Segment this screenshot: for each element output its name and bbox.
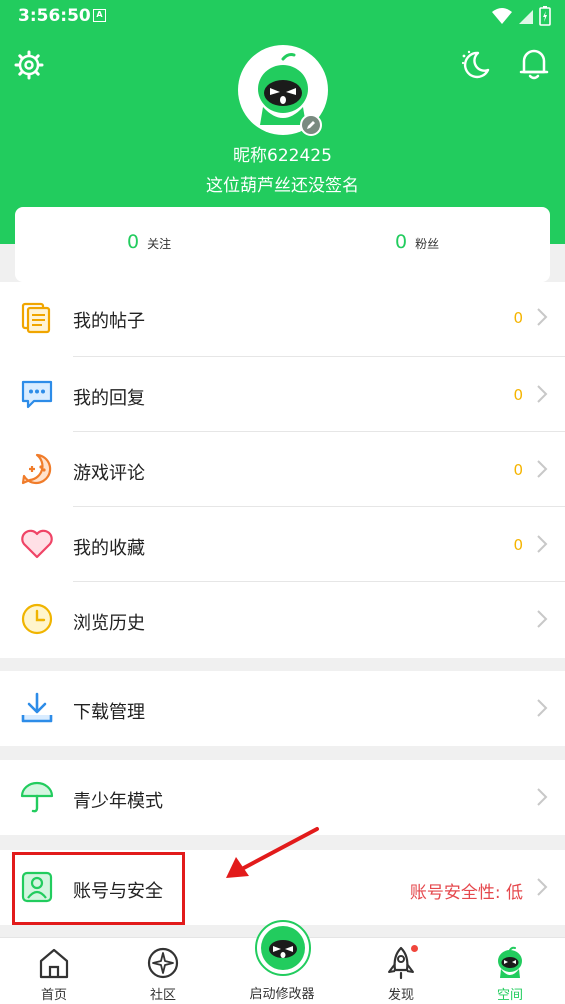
nav-home[interactable]: 首页 xyxy=(4,938,104,1004)
menu-item-favorites[interactable]: 我的收藏 0 xyxy=(0,507,565,582)
activity-group: 我的帖子 0 我的回复 0 游戏评论 0 我的收藏 0 浏览历史 xyxy=(0,282,565,658)
chevron-right-icon xyxy=(537,535,548,553)
chevron-right-icon xyxy=(537,308,548,326)
fans-stat[interactable]: 0 粉丝 xyxy=(395,231,439,253)
chevron-right-icon xyxy=(537,460,548,478)
nav-discover[interactable]: 发现 xyxy=(351,938,451,1004)
gourd-space-icon xyxy=(498,946,522,978)
menu-label: 我的回复 xyxy=(73,388,145,409)
menu-count: 0 xyxy=(513,386,523,404)
menu-count: 0 xyxy=(513,461,523,479)
chevron-right-icon xyxy=(537,610,548,628)
menu-item-downloads[interactable]: 下载管理 xyxy=(0,671,565,746)
chat-bubble-icon xyxy=(21,380,53,409)
follow-stat[interactable]: 0 关注 xyxy=(127,231,171,253)
clock-icon xyxy=(21,603,53,635)
menu-item-my-posts[interactable]: 我的帖子 0 xyxy=(0,282,565,357)
heart-icon xyxy=(21,529,53,559)
nav-label: 首页 xyxy=(40,988,67,1003)
launch-modifier-label: 启动修改器 xyxy=(249,987,315,1002)
gamepad-icon xyxy=(21,453,52,485)
menu-label: 我的帖子 xyxy=(73,311,145,332)
chevron-right-icon xyxy=(537,878,548,896)
download-group: 下载管理 xyxy=(0,671,565,746)
stats-card: 0 关注 0 粉丝 xyxy=(15,207,550,282)
notification-dot xyxy=(411,945,418,952)
follow-label: 关注 xyxy=(147,237,172,251)
menu-item-game-reviews[interactable]: 游戏评论 0 xyxy=(0,432,565,507)
night-mode-icon[interactable] xyxy=(458,48,492,82)
posts-icon xyxy=(21,302,51,334)
gourd-launcher-icon xyxy=(261,926,305,970)
nav-label: 社区 xyxy=(149,988,176,1003)
menu-label: 青少年模式 xyxy=(73,791,163,812)
menu-count: 0 xyxy=(513,309,523,327)
signal-icon xyxy=(519,10,533,24)
nav-label: 发现 xyxy=(387,988,414,1003)
nav-label: 空间 xyxy=(496,988,523,1003)
menu-item-my-replies[interactable]: 我的回复 0 xyxy=(0,357,565,432)
menu-label: 浏览历史 xyxy=(73,613,145,634)
umbrella-icon xyxy=(20,781,54,813)
highlight-box xyxy=(12,852,185,925)
download-icon xyxy=(21,692,53,723)
status-bar: 3:56:50 A xyxy=(0,0,565,32)
chevron-right-icon xyxy=(537,788,548,806)
edit-avatar-button[interactable] xyxy=(300,114,322,136)
battery-icon xyxy=(539,6,551,26)
nav-community[interactable]: 社区 xyxy=(113,938,213,1004)
chevron-right-icon xyxy=(537,699,548,717)
status-icons xyxy=(491,6,551,26)
menu-label: 下载管理 xyxy=(73,702,145,723)
menu-count: 0 xyxy=(513,536,523,554)
menu-label: 游戏评论 xyxy=(73,463,145,484)
nickname[interactable]: 昵称622425 xyxy=(0,141,565,166)
nav-space[interactable]: 空间 xyxy=(460,938,560,1004)
notification-icon: A xyxy=(93,9,106,22)
compass-icon xyxy=(147,947,179,979)
security-level-text: 账号安全性: 低 xyxy=(409,883,523,903)
menu-item-history[interactable]: 浏览历史 xyxy=(0,582,565,657)
wifi-icon xyxy=(492,8,512,24)
menu-label: 我的收藏 xyxy=(73,538,145,559)
fans-count: 0 xyxy=(395,231,408,253)
annotation-arrow-icon xyxy=(226,827,319,878)
chevron-right-icon xyxy=(537,385,548,403)
home-icon xyxy=(39,948,69,979)
launch-modifier-button[interactable] xyxy=(255,920,311,976)
signature[interactable]: 这位葫芦丝还没签名 xyxy=(0,171,565,196)
settings-icon[interactable] xyxy=(14,50,44,80)
fans-label: 粉丝 xyxy=(415,237,440,251)
pencil-icon xyxy=(307,121,315,129)
bell-icon[interactable] xyxy=(518,47,550,81)
follow-count: 0 xyxy=(127,231,140,253)
status-time: 3:56:50 xyxy=(18,6,91,26)
